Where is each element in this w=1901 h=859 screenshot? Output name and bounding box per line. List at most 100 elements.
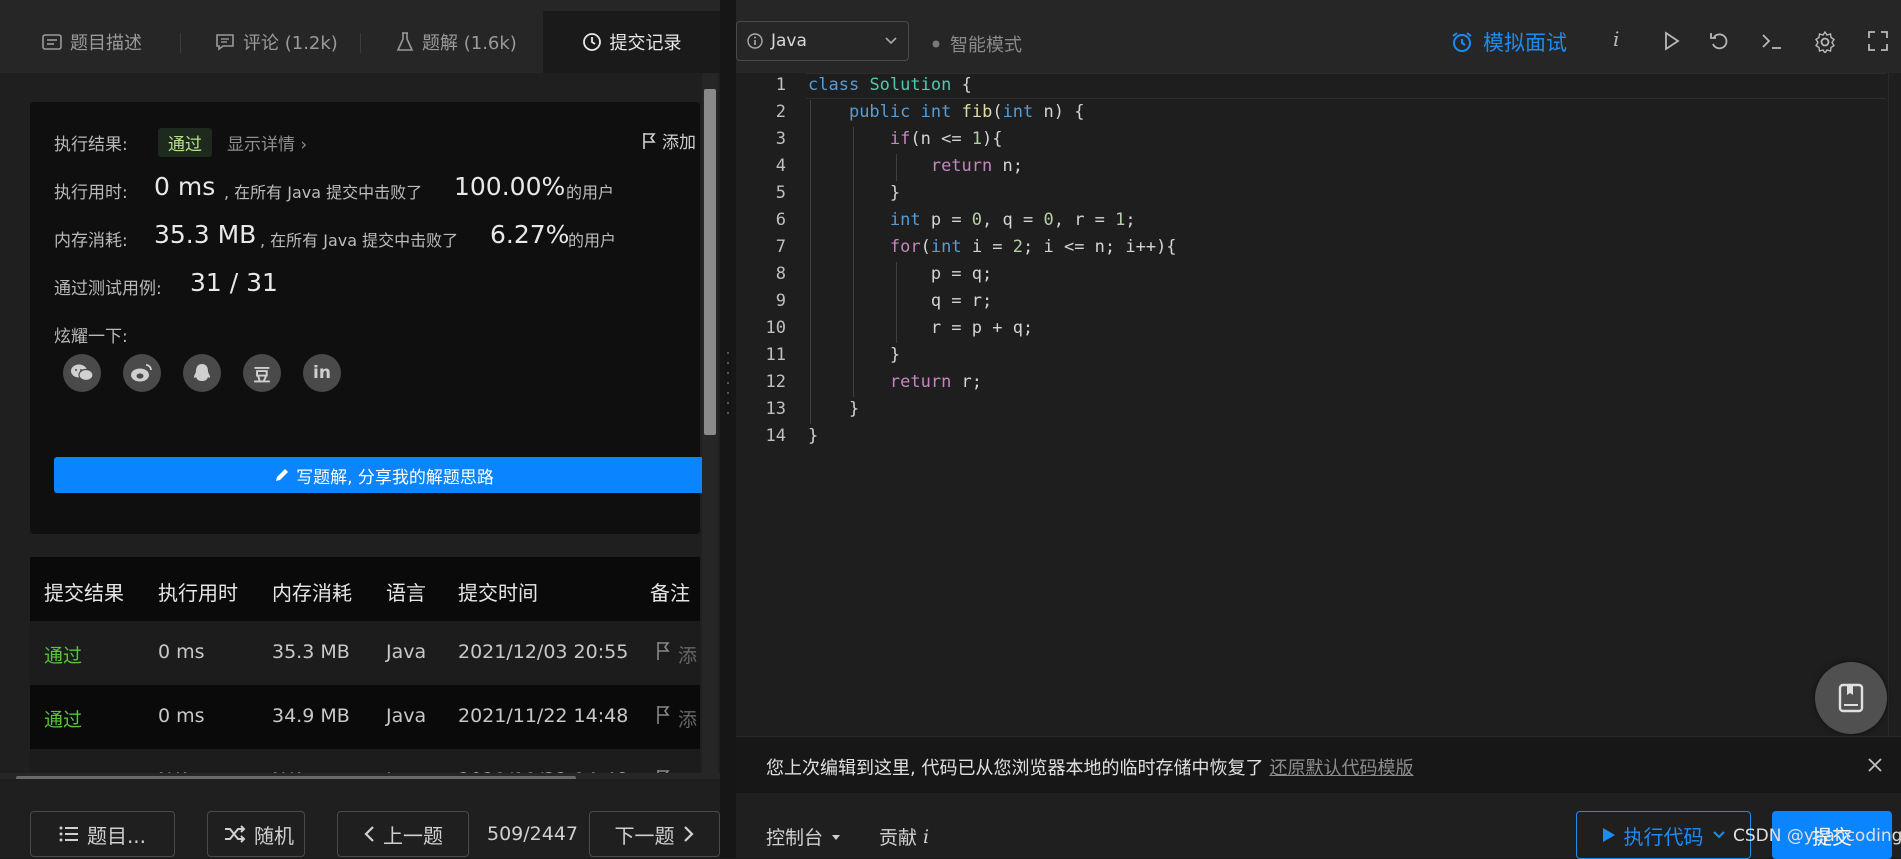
mock-interview-button[interactable]: 模拟面试 — [1451, 27, 1567, 57]
console-toggle-button[interactable]: 控制台 — [766, 823, 841, 850]
run-code-button[interactable]: 执行代码 — [1576, 811, 1751, 859]
share-linkedin-button[interactable]: in — [303, 354, 341, 392]
result-card: 执行结果: 通过 显示详情 › 添加 执行用时: 0 ms , 在所有 Java… — [30, 102, 714, 534]
memory-cell: 35.3 MB — [272, 641, 350, 663]
share-weibo-button[interactable] — [123, 354, 161, 392]
splitter-grip-dot — [727, 372, 729, 374]
language-cell: Java — [386, 641, 427, 663]
description-icon — [42, 34, 62, 50]
panel-splitter[interactable] — [720, 0, 736, 858]
console-bar: 控制台 贡献 i 执行代码 提交 CSDN @yeahcoding — [736, 793, 1901, 859]
flag-icon — [656, 705, 672, 732]
memory-beat-text: , 在所有 Java 提交中击败了 — [260, 231, 459, 250]
problem-list-label: 题目... — [86, 823, 147, 848]
line-number: 11 — [765, 345, 786, 365]
language-cell: Java — [386, 705, 427, 727]
tab-solutions[interactable]: 题解 (1.6k) — [396, 11, 517, 73]
add-note-button[interactable]: 添加 — [642, 128, 696, 153]
language-select[interactable]: Java — [736, 21, 909, 61]
line-number: 5 — [775, 183, 786, 203]
code-editor[interactable]: 1 2 3 4 5 6 7 8 9 10 11 12 13 14 class S… — [736, 73, 1901, 736]
problem-list-button[interactable]: 题目... — [30, 811, 175, 857]
close-icon[interactable] — [1867, 757, 1883, 773]
tab-divider — [360, 33, 361, 53]
table-row[interactable]: 通过 0 ms 35.3 MB Java 2021/12/03 20:55 添 — [30, 621, 700, 685]
mock-interview-label: 模拟面试 — [1483, 31, 1567, 55]
pencil-icon — [274, 467, 290, 483]
tab-bar: 题目描述 评论 (1.2k) 题解 (1.6k) 提交记录 — [0, 11, 720, 73]
add-note-cell[interactable]: 添 — [656, 641, 697, 668]
next-problem-button[interactable]: 下一题 — [589, 811, 720, 857]
chevron-left-icon — [363, 825, 375, 843]
runtime-value: 0 ms — [154, 172, 216, 201]
random-problem-button[interactable]: 随机 — [207, 811, 305, 857]
info-icon[interactable]: i — [1613, 27, 1619, 51]
caret-down-icon — [831, 833, 841, 841]
code-line: } — [808, 183, 901, 203]
memory-tail-text: 的用户 — [568, 231, 617, 250]
share-qq-button[interactable] — [183, 354, 221, 392]
write-solution-button[interactable]: 写题解, 分享我的解题思路 — [54, 457, 714, 493]
show-details-link[interactable]: 显示详情 › — [227, 130, 307, 155]
column-header[interactable]: 执行用时 — [158, 577, 238, 606]
douban-icon: 豆 — [253, 365, 271, 386]
result-cell[interactable]: 通过 — [44, 705, 82, 732]
splitter-grip-dot — [727, 362, 729, 364]
left-panel: 题目描述 评论 (1.2k) 题解 (1.6k) 提交记录 执行结果: 通过 显… — [0, 11, 720, 779]
notes-fab-button[interactable] — [1815, 662, 1887, 734]
tab-comments[interactable]: 评论 (1.2k) — [215, 11, 338, 73]
qq-icon — [192, 362, 212, 384]
prev-problem-button[interactable]: 上一题 — [337, 811, 469, 857]
weibo-icon — [130, 363, 154, 383]
chevron-down-icon[interactable] — [1712, 830, 1726, 840]
tab-submissions[interactable]: 提交记录 — [543, 11, 720, 73]
flask-icon — [396, 32, 414, 52]
column-header: 备注 — [650, 581, 690, 605]
problem-counter: 509/2447 — [487, 823, 579, 845]
share-wechat-button[interactable] — [63, 354, 101, 392]
column-header[interactable]: 内存消耗 — [272, 577, 352, 606]
restore-default-template-link[interactable]: 还原默认代码模版 — [1269, 758, 1413, 779]
code-line: return r; — [889, 372, 983, 392]
line-number-gutter: 1 2 3 4 5 6 7 8 9 10 11 12 13 14 — [736, 73, 806, 736]
line-number: 13 — [765, 399, 786, 419]
scrollbar-thumb[interactable] — [704, 89, 716, 435]
console-label: 控制台 — [766, 827, 824, 849]
line-number: 7 — [775, 237, 786, 257]
code-area[interactable]: class Solution { public int fib(int n) {… — [808, 73, 1888, 673]
status-badge: 通过 — [158, 128, 212, 157]
tab-description[interactable]: 题目描述 — [42, 11, 142, 73]
editor-scrollbar[interactable] — [1888, 73, 1901, 736]
tests-label: 通过测试用例: — [54, 279, 162, 299]
column-header[interactable]: 语言 — [386, 577, 426, 606]
memory-label: 内存消耗: — [54, 231, 128, 251]
column-header[interactable]: 提交时间 — [458, 577, 538, 606]
info-icon: i — [923, 825, 930, 848]
runtime-label: 执行用时: — [54, 183, 128, 203]
editor-toolbar: Java 智能模式 模拟面试 i — [736, 11, 1901, 73]
play-icon — [1602, 827, 1616, 843]
share-douban-button[interactable]: 豆 — [243, 354, 281, 392]
flag-icon — [642, 132, 658, 150]
add-note-cell[interactable]: 添 — [656, 705, 697, 732]
terminal-icon[interactable] — [1761, 31, 1783, 51]
code-line: r = p + q; — [808, 318, 1034, 338]
tab-label: 评论 (1.2k) — [243, 33, 338, 54]
splitter-grip-dot — [727, 382, 729, 384]
smart-mode-toggle[interactable]: 智能模式 — [932, 31, 1022, 57]
linkedin-icon: in — [313, 363, 331, 383]
contribute-label: 贡献 — [879, 827, 918, 849]
reset-icon[interactable] — [1709, 31, 1731, 51]
table-row[interactable]: 通过 0 ms 34.9 MB Java 2021/11/22 14:48 添 — [30, 685, 700, 749]
fullscreen-icon[interactable] — [1868, 31, 1888, 51]
dot-icon — [932, 40, 940, 48]
gear-icon[interactable] — [1814, 31, 1836, 53]
column-header[interactable]: 提交结果 — [44, 577, 124, 606]
vertical-scrollbar[interactable] — [702, 73, 718, 779]
contribute-button[interactable]: 贡献 i — [879, 823, 929, 850]
table-header: 提交结果 执行用时 内存消耗 语言 提交时间 备注 — [30, 557, 700, 621]
run-code-label: 执行代码 — [1623, 824, 1704, 849]
problem-navigation: 题目... 随机 上一题 509/2447 下一题 — [0, 779, 720, 858]
play-outline-icon[interactable] — [1664, 31, 1680, 51]
result-cell[interactable]: 通过 — [44, 641, 82, 668]
